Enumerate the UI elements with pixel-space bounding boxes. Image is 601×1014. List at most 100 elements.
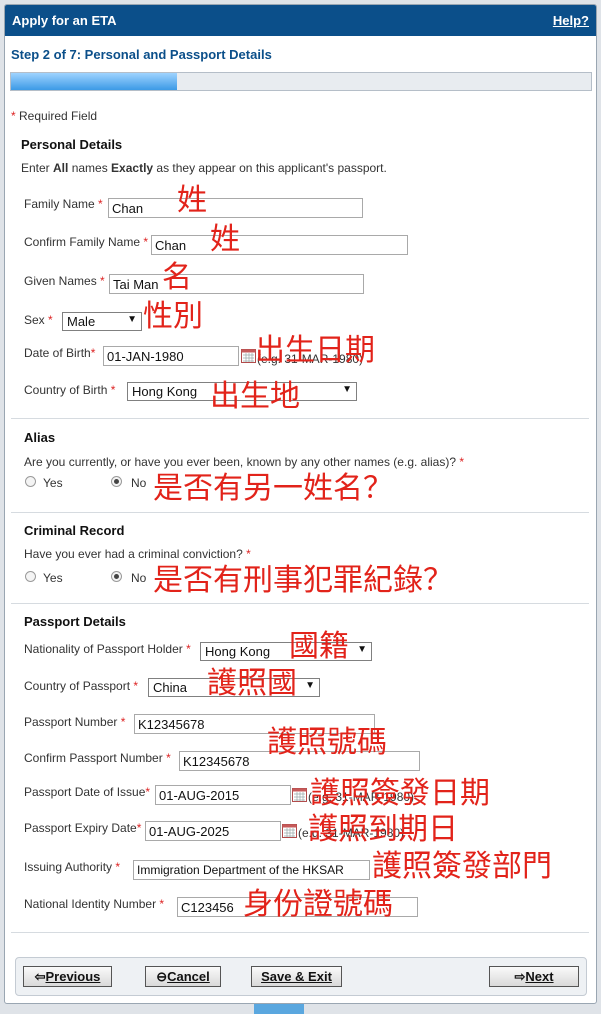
chevron-down-icon: ▼ [127,314,137,325]
required-star: * [136,821,142,835]
step-indicator: Step 2 of 7: Personal and Passport Detai… [11,47,272,62]
previous-button[interactable]: ⇦Previous [23,966,112,987]
expiry-date-label-text: Passport Expiry Date [24,821,137,835]
issuing-authority-annotation: 護照簽發部門 [372,849,552,884]
family-name-input[interactable] [108,198,363,218]
alias-annotation: 是否有另一姓名？ [153,471,393,506]
national-id-label: National Identity Number * [24,897,164,911]
header-bar: Apply for an ETA Help? [5,5,596,36]
required-star: * [115,860,121,874]
criminal-no-radio[interactable] [111,571,122,582]
instr-rest: as they appear on this applicant's passp… [153,161,387,175]
required-star: * [120,715,126,729]
family-name-label-text: Family Name [24,197,95,211]
alias-no-radio[interactable] [111,476,122,487]
passport-number-label-text: Passport Number [24,715,118,729]
dob-annotation: 出生日期 [255,333,375,368]
calendar-icon[interactable] [292,787,307,802]
chevron-down-icon: ▼ [342,384,352,395]
criminal-yes-radio[interactable] [25,571,36,582]
dob-label: Date of Birth* [24,346,95,360]
required-star: * [145,785,151,799]
nationality-label: Nationality of Passport Holder * [24,642,191,656]
previous-button-label: Previous [45,969,101,984]
criminal-no-label: No [131,571,147,585]
required-star: * [459,455,465,469]
criminal-record-heading: Criminal Record [24,523,125,538]
family-name-annotation: 姓 [177,183,207,218]
progress-fill [11,73,177,90]
confirm-family-name-label-text: Confirm Family Name [24,235,141,249]
required-star: * [90,346,96,360]
alias-yes-radio[interactable] [25,476,36,487]
given-names-annotation: 名 [162,260,192,295]
next-button-label: Next [525,969,554,984]
divider [11,512,589,513]
alias-heading: Alias [24,430,56,445]
save-exit-button[interactable]: Save & Exit [251,966,342,987]
page-title: Apply for an ETA [12,13,117,28]
required-star: * [143,235,149,249]
eta-form-panel: Apply for an ETA Help? Step 2 of 7: Pers… [4,4,597,1004]
required-note-text: Required Field [19,109,98,123]
calendar-icon[interactable] [282,823,297,838]
cancel-circle-icon: ⊖ [156,969,168,984]
calendar-icon[interactable] [241,348,256,363]
divider [11,418,589,419]
divider [11,932,589,933]
alias-question: Are you currently, or have you ever been… [24,455,464,469]
alias-question-text: Are you currently, or have you ever been… [24,455,457,469]
family-name-label: Family Name * [24,197,103,211]
page: Apply for an ETA Help? Step 2 of 7: Pers… [0,0,601,1014]
help-link[interactable]: Help? [553,13,589,28]
given-names-input[interactable] [109,274,364,294]
required-star: * [11,109,16,123]
criminal-annotation: 是否有刑事犯罪紀錄？ [153,563,453,598]
bottom-scroll-tab [254,1004,304,1014]
nationality-annotation: 國籍 [289,629,349,664]
dob-label-text: Date of Birth [24,346,91,360]
issue-date-label: Passport Date of Issue* [24,785,150,799]
arrow-right-icon: ⇨ [514,969,526,984]
country-of-passport-label: Country of Passport * [24,679,138,693]
confirm-family-name-input[interactable] [151,235,408,255]
criminal-question-text: Have you ever had a criminal conviction? [24,547,243,561]
dob-input[interactable] [103,346,239,366]
sex-annotation: 性別 [143,299,203,334]
required-star: * [159,897,165,911]
confirm-family-name-label: Confirm Family Name * [24,235,148,249]
required-star: * [100,274,105,288]
national-id-label-text: National Identity Number [24,897,157,911]
sex-selected-value: Male [67,314,96,329]
country-of-birth-annotation: 出生地 [210,379,300,414]
instr-exactly: Exactly [111,161,154,175]
required-star: * [110,383,116,397]
issuing-authority-input[interactable] [133,860,370,880]
issue-date-annotation: 護照簽發日期 [310,776,490,811]
confirm-passport-number-label-text: Confirm Passport Number [24,751,163,765]
progress-bar [10,72,592,91]
expiry-date-annotation: 護照到期日 [308,812,458,847]
cancel-button-label: Cancel [167,969,210,984]
given-names-label-text: Given Names [24,274,97,288]
passport-number-annotation: 護照號碼 [267,725,387,760]
save-exit-button-label: Save & Exit [261,969,332,984]
sex-label: Sex * [24,313,53,327]
chevron-down-icon: ▼ [357,644,367,655]
next-button[interactable]: ⇨Next [489,966,579,987]
required-star: * [246,547,251,561]
criminal-yes-label: Yes [43,571,63,585]
issuing-authority-label: Issuing Authority * [24,860,120,874]
instr-all: All [53,161,69,175]
nationality-label-text: Nationality of Passport Holder [24,642,183,656]
cancel-button[interactable]: ⊖Cancel [145,966,221,987]
expiry-date-label: Passport Expiry Date* [24,821,141,835]
given-names-label: Given Names * [24,274,105,288]
issue-date-input[interactable] [155,785,291,805]
sex-select[interactable]: Male ▼ [62,312,142,331]
divider [11,603,589,604]
instr-names: names [68,161,112,175]
expiry-date-input[interactable] [145,821,281,841]
chevron-down-icon: ▼ [305,680,315,691]
footer-button-bar: ⇦Previous ⊖Cancel Save & Exit ⇨Next [15,957,587,996]
